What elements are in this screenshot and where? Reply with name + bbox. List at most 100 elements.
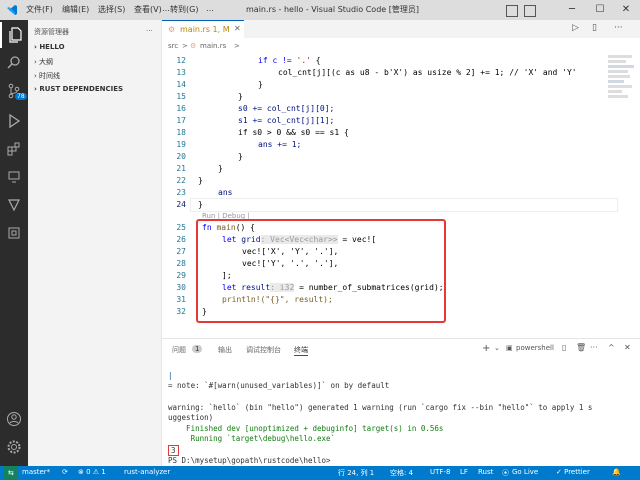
- token: '.': [296, 56, 311, 65]
- encoding[interactable]: UTF-8: [430, 468, 450, 476]
- menu-edit[interactable]: 编辑(E): [62, 4, 89, 15]
- docker-icon[interactable]: [0, 220, 28, 246]
- token: if c !=: [258, 56, 297, 65]
- language-mode[interactable]: Rust: [478, 468, 493, 476]
- sidebar-header: 资源管理器: [34, 28, 69, 36]
- section-label: HELLO: [39, 43, 65, 51]
- line-number: 27: [176, 247, 186, 256]
- more-actions-icon[interactable]: ···: [146, 27, 153, 35]
- tab-terminal[interactable]: 终端: [294, 345, 308, 356]
- sync-icon[interactable]: ⟳: [62, 468, 68, 476]
- minimap[interactable]: [608, 53, 638, 153]
- code-line: ans += 1;: [258, 140, 302, 149]
- source-control-icon[interactable]: 78: [0, 78, 28, 104]
- vscode-logo: [6, 4, 18, 16]
- line-number: 15: [176, 92, 186, 101]
- terminal-line: Running `target\debug\hello.exe`: [168, 434, 336, 443]
- code-line: }: [238, 152, 243, 161]
- testing-icon[interactable]: [0, 192, 28, 218]
- extensions-icon[interactable]: [0, 136, 28, 162]
- rust-analyzer-status[interactable]: rust-analyzer: [124, 468, 170, 476]
- tab-debug-console[interactable]: 调试控制台: [246, 345, 281, 355]
- window-title: main.rs - hello - Visual Studio Code [管理…: [246, 5, 419, 14]
- terminal-line: warning: `hello` (bin "hello") generated…: [168, 403, 593, 412]
- line-number: 23: [176, 188, 186, 197]
- run-debug-icon[interactable]: [0, 108, 28, 134]
- section-rust-dependencies[interactable]: › RUST DEPENDENCIES: [34, 85, 123, 93]
- end-of-line[interactable]: LF: [460, 468, 468, 476]
- activity-bar: 78: [0, 20, 28, 466]
- cursor-position[interactable]: 行 24, 列 1: [338, 468, 374, 478]
- explorer-sidebar: 资源管理器 ··· › HELLO › 大纲 › 时间线 › RUST DEPE…: [28, 20, 162, 466]
- line-number: 26: [176, 235, 186, 244]
- token: {: [310, 56, 321, 65]
- remote-icon[interactable]: ⇆: [4, 466, 18, 480]
- remote-explorer-icon[interactable]: [0, 164, 28, 190]
- code-line: s0 += col_cnt[j][0];: [238, 104, 335, 113]
- indentation[interactable]: 空格: 4: [390, 468, 413, 478]
- terminal-line: Finished dev [unoptimized + debuginfo] t…: [168, 424, 444, 433]
- terminal-dropdown-icon[interactable]: ⌄: [494, 344, 500, 352]
- section-timeline[interactable]: › 时间线: [34, 71, 60, 81]
- line-number: 30: [176, 283, 186, 292]
- account-icon[interactable]: [0, 406, 28, 432]
- section-label: RUST DEPENDENCIES: [39, 85, 124, 93]
- menu-goto[interactable]: 转到(G): [170, 4, 198, 15]
- new-terminal-icon[interactable]: +: [482, 343, 490, 354]
- maximize-button[interactable]: ☐: [586, 1, 614, 19]
- menu-overflow[interactable]: …: [206, 4, 214, 13]
- code-line: }: [198, 176, 203, 185]
- code-line: if c != '.' {: [258, 56, 321, 65]
- prettier-status[interactable]: ✓ Prettier: [556, 468, 590, 476]
- split-editor-icon[interactable]: ▯: [592, 23, 597, 33]
- minimize-button[interactable]: ─: [558, 1, 586, 19]
- program-output: 3: [168, 445, 179, 456]
- layout-split-icon[interactable]: [524, 5, 536, 17]
- split-terminal-icon[interactable]: ▯: [562, 343, 566, 352]
- menu-file[interactable]: 文件(F): [26, 4, 53, 15]
- layout-icon[interactable]: [506, 5, 518, 17]
- line-number: 29: [176, 271, 186, 280]
- section-hello[interactable]: › HELLO: [34, 43, 65, 51]
- section-label: 时间线: [39, 72, 61, 80]
- line-number: 16: [176, 104, 186, 113]
- editor-more-icon[interactable]: ···: [614, 23, 623, 33]
- close-button[interactable]: ✕: [612, 1, 640, 19]
- code-line: s1 += col_cnt[j][1];: [238, 116, 335, 125]
- terminal-shell-name[interactable]: powershell: [516, 344, 554, 352]
- go-live-button[interactable]: Go Live: [512, 468, 538, 476]
- tab-close-icon[interactable]: ✕: [234, 24, 241, 33]
- code-editor[interactable]: 12 13 14 15 16 17 18 19 20 21 22 23 24 2…: [162, 53, 618, 335]
- code-line: }: [218, 164, 223, 173]
- kill-terminal-icon[interactable]: 🗑: [576, 343, 586, 352]
- terminal-shell-icon: ▣: [506, 344, 513, 352]
- terminal-prompt[interactable]: PS D:\mysetup\gopath\rustcode\hello>: [168, 456, 335, 465]
- line-number: 28: [176, 259, 186, 268]
- line-number: 14: [176, 80, 186, 89]
- problems-indicator[interactable]: ⊗ 0 ⚠ 1: [78, 468, 106, 476]
- maximize-panel-icon[interactable]: ^: [608, 343, 615, 352]
- code-line: }: [198, 200, 203, 209]
- menu-more[interactable]: …: [162, 4, 170, 13]
- menu-view[interactable]: 查看(V): [134, 4, 162, 15]
- notifications-icon[interactable]: 🔔: [612, 468, 621, 476]
- tab-main-rs[interactable]: ⚙ main.rs 1, M ✕: [162, 20, 244, 39]
- breadcrumb-file[interactable]: main.rs: [200, 42, 226, 50]
- run-icon[interactable]: ▷: [572, 23, 579, 33]
- terminal-line: = note: `#[warn(unused_variables)]` on b…: [168, 381, 390, 390]
- line-number: 13: [176, 68, 186, 77]
- code-line: }: [258, 80, 263, 89]
- close-panel-icon[interactable]: ✕: [624, 343, 631, 352]
- section-outline[interactable]: › 大纲: [34, 57, 53, 67]
- search-icon[interactable]: [0, 50, 28, 76]
- branch-indicator[interactable]: master*: [22, 468, 50, 476]
- settings-gear-icon[interactable]: [0, 434, 28, 460]
- panel-more-icon[interactable]: ···: [590, 343, 598, 352]
- menu-selection[interactable]: 选择(S): [98, 4, 125, 15]
- tab-problems[interactable]: 问题: [172, 345, 186, 355]
- breadcrumb-folder[interactable]: src: [168, 42, 178, 50]
- go-live-icon: ⦿: [502, 469, 509, 477]
- tab-output[interactable]: 输出: [218, 345, 232, 355]
- explorer-icon[interactable]: [0, 22, 30, 48]
- terminal-line: |: [168, 371, 173, 380]
